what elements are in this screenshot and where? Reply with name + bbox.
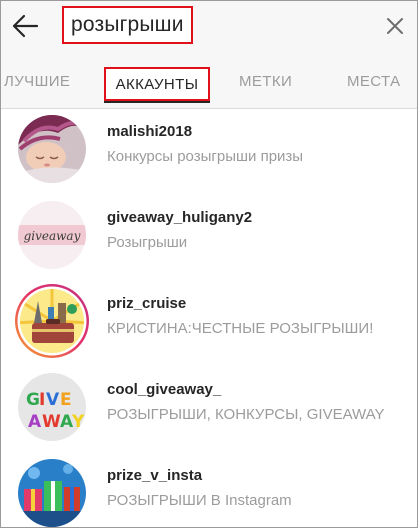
- gift-boxes-photo: [18, 459, 86, 527]
- active-tab-indicator: [104, 101, 210, 103]
- list-item[interactable]: G I V E A W A Y cool_giveaway_ РОЗЫГРЫШИ…: [1, 367, 417, 453]
- account-username: prize_v_insta: [107, 467, 203, 484]
- svg-text:V: V: [46, 390, 60, 410]
- giveaway-script-logo: giveaway: [18, 201, 86, 269]
- tab-places[interactable]: МЕСТА: [347, 73, 401, 90]
- list-item[interactable]: prize_v_insta РОЗЫГРЫШИ В Instagram: [1, 453, 417, 527]
- avatar[interactable]: [18, 115, 86, 183]
- tab-accounts[interactable]: АККАУНТЫ: [104, 67, 210, 101]
- avatar[interactable]: G I V E A W A Y: [18, 373, 86, 441]
- account-username: priz_cruise: [107, 295, 187, 312]
- account-subtitle: РОЗЫГРЫШИ, КОНКУРСЫ, GIVEAWAY: [107, 406, 385, 423]
- svg-text:A: A: [28, 412, 42, 432]
- tab-best[interactable]: ЛУЧШИЕ: [4, 73, 70, 90]
- list-item[interactable]: giveaway giveaway_huligany2 Розыгрыши: [1, 195, 417, 281]
- sleeping-baby-photo: [18, 115, 86, 183]
- account-username: giveaway_huligany2: [107, 209, 253, 226]
- giveaway-3d-letters: G I V E A W A Y: [18, 373, 86, 441]
- account-username: cool_giveaway_: [107, 381, 222, 398]
- avatar[interactable]: giveaway: [18, 201, 86, 269]
- search-tabs: ЛУЧШИЕ АККАУНТЫ МЕТКИ МЕСТА: [1, 53, 417, 109]
- clear-search-button[interactable]: [381, 12, 409, 40]
- svg-text:Y: Y: [71, 412, 85, 432]
- account-subtitle: РОЗЫГРЫШИ В Instagram: [107, 492, 292, 509]
- travel-suitcase-landmarks: [15, 284, 89, 358]
- arrow-left-icon: [12, 14, 39, 38]
- app-frame: розыгрыши ЛУЧШИЕ АККАУНТЫ МЕТКИ МЕСТА ma…: [0, 0, 418, 528]
- svg-text:E: E: [60, 390, 72, 410]
- svg-text:W: W: [42, 412, 61, 432]
- account-subtitle: Розыгрыши: [107, 234, 188, 251]
- close-icon: [387, 18, 403, 34]
- search-input[interactable]: розыгрыши: [62, 6, 193, 44]
- back-button[interactable]: [7, 8, 43, 44]
- svg-text:giveaway: giveaway: [24, 229, 81, 243]
- account-subtitle: Конкурсы розыгрыши призы: [107, 148, 304, 165]
- search-header: розыгрыши: [1, 1, 417, 53]
- svg-text:G: G: [26, 390, 40, 410]
- search-query-text: розыгрыши: [71, 13, 184, 36]
- account-username: malishi2018: [107, 123, 193, 140]
- account-subtitle: КРИСТИНА:ЧЕСТНЫЕ РОЗЫГРЫШИ!: [107, 320, 374, 337]
- list-item[interactable]: malishi2018 Конкурсы розыгрыши призы: [1, 109, 417, 195]
- avatar[interactable]: [18, 459, 86, 527]
- tab-tags[interactable]: МЕТКИ: [239, 73, 292, 90]
- list-item[interactable]: priz_cruise КРИСТИНА:ЧЕСТНЫЕ РОЗЫГРЫШИ!: [1, 281, 417, 367]
- avatar-story-ring[interactable]: [14, 283, 90, 359]
- svg-text:I: I: [39, 390, 45, 410]
